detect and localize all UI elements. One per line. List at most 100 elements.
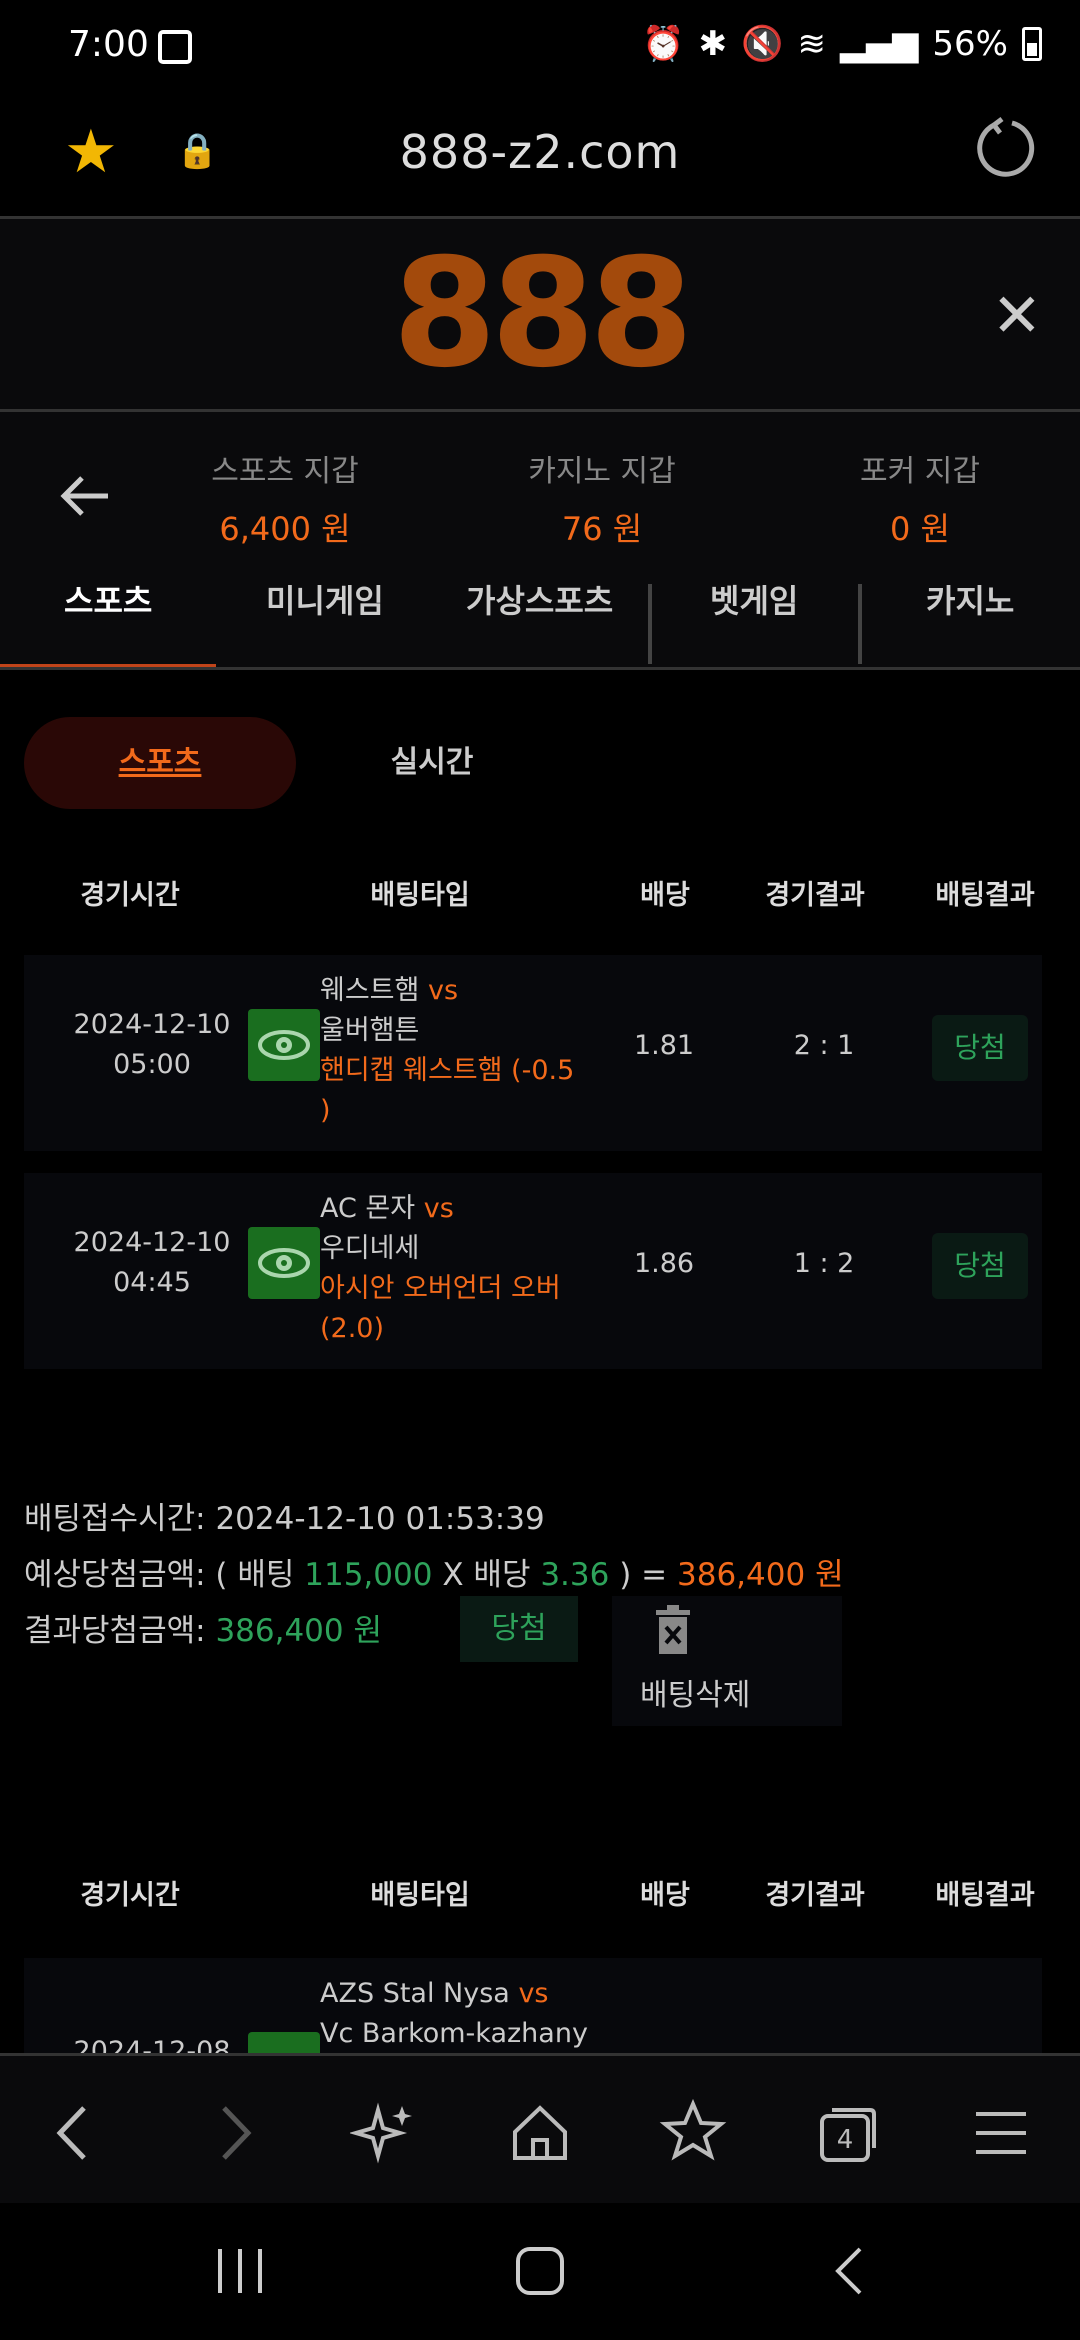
wallet-sports: 스포츠 지갑 6,400 원 [165,446,405,550]
table-row: 2024-12-10 05:00 웨스트햄 vs 울버햄튼 핸디캡 웨스트햄 (… [24,955,1042,1151]
col-game-result: 경기결과 [765,880,865,911]
received-value: 2024-12-10 01:53:39 [215,1501,545,1537]
col-odds: 배당 [640,1880,690,1911]
col-bet-result: 배팅결과 [935,1880,1035,1911]
table-header: 경기시간 배팅타입 배당 경기결과 배팅결과 [0,1863,1080,1923]
away-team: 우디네세 [320,1233,420,1264]
tab-minigame[interactable]: 미니게임 [266,584,384,622]
away-team: Vc Barkom-kazhany [320,2018,588,2049]
ai-sparkle-icon[interactable] [350,2098,420,2168]
game-score: 2 : 1 [793,1030,855,1061]
reload-icon[interactable] [972,115,1036,179]
wallet-casino: 카지노 지갑 76 원 [482,446,722,550]
vs-label: vs [518,1978,549,2009]
col-bet-type: 배팅타입 [370,1880,470,1911]
stake-amount: 115,000 [304,1557,433,1593]
bet-pick: 아시안 오버언더 오버 [320,1273,561,1304]
away-team: 울버햄튼 [320,1015,420,1046]
odds: 1.86 [633,1248,695,1279]
status-bar: 7:00 ⏰ ✱ 🔇 ≋ ▂▄▆ 56% [0,0,1080,95]
back-arrow-icon[interactable] [56,466,116,526]
tab-sports[interactable]: 스포츠 [64,584,152,622]
match-date: 2024-12-10 [73,1009,231,1040]
view-eye-icon[interactable] [248,1227,320,1299]
subtab-sports[interactable]: 스포츠 [24,717,296,809]
equals-label: ) = [619,1557,668,1593]
bet-received-time: 배팅접수시간: 2024-12-10 01:53:39 [24,1493,545,1538]
svg-text:4: 4 [837,2125,854,2155]
delete-label: 배팅삭제 [640,1678,751,1713]
tabs-icon[interactable]: 4 [812,2098,882,2168]
tab-betgame[interactable]: 벳게임 [710,584,798,622]
logo[interactable]: 888 [0,227,1080,401]
match-time: 2024-12-10 05:00 [42,1005,262,1085]
bet-pick-cont: ) [320,1095,331,1126]
match-date: 2024-12-08 [73,2036,231,2053]
forward-icon[interactable] [198,2098,268,2168]
col-time: 경기시간 [80,880,180,911]
x-odds-label: X 배당 [442,1557,531,1593]
gallery-icon [158,30,192,64]
match-hour: 04:45 [113,1267,191,1298]
battery-percent: 56% [932,24,1008,64]
match-date: 2024-12-10 [73,1227,231,1258]
back-icon[interactable] [40,2098,110,2168]
bet-pick-cont: (2.0) [320,1313,385,1344]
wifi-icon: ≋ [797,24,826,64]
subtab-live[interactable]: 실시간 [296,717,568,809]
wallet-label: 카지노 지갑 [528,454,676,489]
home-button-icon[interactable] [512,2243,568,2299]
col-time: 경기시간 [80,1880,180,1911]
bet-type: AC 몬자 vs 우디네세 아시안 오버언더 오버 (2.0) [320,1189,600,1349]
match-time: 2024-12-10 04:45 [42,1223,262,1303]
site-header: 888 ✕ [0,219,1080,409]
tab-separator [648,584,652,664]
signal-icon: ▂▄▆ [839,24,919,64]
home-team: 웨스트햄 [320,975,420,1006]
table-header: 경기시간 배팅타입 배당 경기결과 배팅결과 [0,863,1080,923]
active-tab-indicator [0,664,216,667]
received-label: 배팅접수시간: [24,1501,206,1537]
alarm-icon: ⏰ [642,24,685,64]
wallet-bar: 스포츠 지갑 6,400 원 카지노 지갑 76 원 포커 지갑 0 원 [0,412,1080,584]
system-back-icon[interactable] [822,2243,878,2299]
view-eye-icon[interactable] [248,1009,320,1081]
delete-bet-button[interactable]: 배팅삭제 [612,1596,842,1726]
url-text[interactable]: 888-z2.com [0,125,1080,179]
close-icon[interactable]: ✕ [992,281,1042,351]
home-icon[interactable] [505,2098,575,2168]
vs-label: vs [423,1193,454,1224]
browser-bottom-nav: 4 [0,2053,1080,2203]
bet-pick: 핸디캡 웨스트햄 (-0.5 [320,1055,575,1086]
recent-apps-icon[interactable] [212,2243,268,2299]
mute-icon: 🔇 [741,24,784,64]
status-icons: ⏰ ✱ 🔇 ≋ ▂▄▆ 56% [642,24,1042,64]
wallet-poker: 포커 지갑 0 원 [800,446,1040,550]
bet-type: AZS Stal Nysa vs Vc Barkom-kazhany [320,1974,600,2053]
bet-history: 스포츠 실시간 경기시간 배팅타입 배당 경기결과 배팅결과 2024-12-1… [0,673,1080,2053]
col-game-result: 경기결과 [765,1880,865,1911]
tab-casino[interactable]: 카지노 [926,584,1014,622]
bet-type: 웨스트햄 vs 울버햄튼 핸디캡 웨스트햄 (-0.5 ) [320,971,600,1131]
tab-virtual-sports[interactable]: 가상스포츠 [466,584,613,622]
match-hour: 05:00 [113,1049,191,1080]
view-eye-icon[interactable] [248,2032,320,2053]
col-bet-type: 배팅타입 [370,880,470,911]
status-time: 7:00 [68,24,149,65]
trash-icon [656,1605,690,1654]
expected-win-amount: 예상당첨금액: ( 배팅 115,000 X 배당 3.36 ) = 386,4… [24,1549,844,1594]
bookmarks-icon[interactable] [658,2098,728,2168]
wallet-value: 76 원 [561,510,643,548]
table-row: 2024-12-10 04:45 AC 몬자 vs 우디네세 아시안 오버언더 … [24,1173,1042,1369]
expected-label: 예상당첨금액: ( 배팅 [24,1557,295,1593]
win-status-button[interactable]: 당첨 [460,1596,578,1662]
menu-icon[interactable] [966,2098,1036,2168]
odds: 1.81 [633,1030,695,1061]
home-team: AZS Stal Nysa [320,1978,510,2009]
expected-amount: 386,400 원 [677,1557,844,1593]
wallet-label: 스포츠 지갑 [211,454,359,489]
result-win-amount: 결과당첨금액: 386,400 원 [24,1605,382,1650]
bluetooth-icon: ✱ [698,24,728,64]
result-amount: 386,400 원 [215,1613,383,1649]
tab-separator [858,584,862,664]
